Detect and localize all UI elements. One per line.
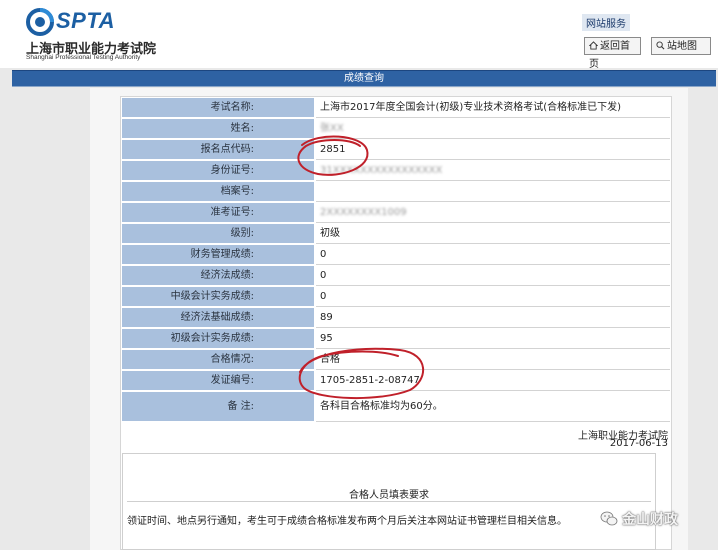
page-title: 成绩查询 bbox=[344, 73, 384, 84]
home-icon bbox=[589, 41, 598, 50]
row-site-code: 报名点代码: 2851 bbox=[122, 140, 670, 160]
row-id-number: 身份证号: 31XXXXXXXXXXXXXXXX bbox=[122, 161, 670, 181]
watermark-text: 金山财政 bbox=[622, 512, 678, 528]
row-name: 姓名: 张XX bbox=[122, 119, 670, 139]
home-button[interactable]: 返回首页 bbox=[584, 37, 641, 70]
spta-logo-icon bbox=[26, 8, 54, 36]
row-financial-mgmt-score: 财务管理成绩: 0 bbox=[122, 245, 670, 265]
watermark: 金山财政 bbox=[600, 508, 710, 530]
value-name: 张XX bbox=[316, 119, 670, 139]
row-intermediate-accounting-score: 中级会计实务成绩: 0 bbox=[122, 287, 670, 307]
label-name: 姓名: bbox=[122, 119, 315, 139]
value-pass-status: 合格 bbox=[316, 350, 670, 370]
value-level: 初级 bbox=[316, 224, 670, 244]
value-financial-mgmt-score: 0 bbox=[316, 245, 670, 265]
notice-divider bbox=[127, 501, 651, 502]
site-logo[interactable]: SPTA 上海市职业能力考试院 Shanghai Professional Te… bbox=[18, 6, 218, 61]
value-certificate-number: 1705-2851-2-08747 bbox=[316, 371, 670, 391]
value-economic-law-score: 0 bbox=[316, 266, 670, 286]
site-name-en: Shanghai Professional Testing Authority bbox=[26, 54, 141, 61]
issuer-date: 2017-06-13 bbox=[609, 438, 668, 449]
row-level: 级别: 初级 bbox=[122, 224, 670, 244]
label-ticket-number: 准考证号: bbox=[122, 203, 315, 223]
label-site-code: 报名点代码: bbox=[122, 140, 315, 160]
label-level: 级别: bbox=[122, 224, 315, 244]
magnifier-icon bbox=[656, 41, 665, 50]
notice-title: 合格人员填表要求 bbox=[349, 490, 429, 501]
label-id-number: 身份证号: bbox=[122, 161, 315, 181]
redacted-ticket-number: 2XXXXXXXX1009 bbox=[320, 207, 407, 218]
label-remarks: 备 注: bbox=[122, 392, 315, 422]
sitemap-button-label: 站地图 bbox=[667, 41, 697, 52]
nav-bar: 成绩查询 bbox=[12, 70, 716, 87]
row-file-number: 档案号: bbox=[122, 182, 670, 202]
row-ticket-number: 准考证号: 2XXXXXXXX1009 bbox=[122, 203, 670, 223]
value-exam-name: 上海市2017年度全国会计(初级)专业技术资格考试(合格标准已下发) bbox=[316, 98, 670, 118]
label-intermediate-accounting-score: 中级会计实务成绩: bbox=[122, 287, 315, 307]
value-junior-accounting-score: 95 bbox=[316, 329, 670, 349]
service-label: 网站服务 bbox=[582, 14, 630, 31]
value-file-number bbox=[316, 182, 670, 202]
redacted-id-number: 31XXXXXXXXXXXXXXXX bbox=[320, 165, 443, 176]
notice-text: 领证时间、地点另行通知，考生可于成绩合格标准发布两个月后关注本网站证书管理栏目相… bbox=[127, 516, 567, 527]
issuer-block: 上海职业能力考试院 2017-06-13 bbox=[122, 424, 670, 450]
value-remarks: 各科目合格标准均为60分。 bbox=[316, 392, 670, 422]
label-economic-law-score: 经济法成绩: bbox=[122, 266, 315, 286]
row-junior-accounting-score: 初级会计实务成绩: 95 bbox=[122, 329, 670, 349]
label-financial-mgmt-score: 财务管理成绩: bbox=[122, 245, 315, 265]
row-exam-name: 考试名称: 上海市2017年度全国会计(初级)专业技术资格考试(合格标准已下发) bbox=[122, 98, 670, 118]
value-id-number: 31XXXXXXXXXXXXXXXX bbox=[316, 161, 670, 181]
logo-text: SPTA bbox=[56, 8, 116, 33]
sitemap-button[interactable]: 站地图 bbox=[651, 37, 711, 55]
value-basic-economic-law-score: 89 bbox=[316, 308, 670, 328]
label-junior-accounting-score: 初级会计实务成绩: bbox=[122, 329, 315, 349]
label-file-number: 档案号: bbox=[122, 182, 315, 202]
row-basic-economic-law-score: 经济法基础成绩: 89 bbox=[122, 308, 670, 328]
label-exam-name: 考试名称: bbox=[122, 98, 315, 118]
row-remarks: 备 注: 各科目合格标准均为60分。 bbox=[122, 392, 670, 422]
wechat-icon bbox=[600, 511, 618, 526]
row-certificate-number: 发证编号: 1705-2851-2-08747 bbox=[122, 371, 670, 391]
label-certificate-number: 发证编号: bbox=[122, 371, 315, 391]
row-pass-status: 合格情况: 合格 bbox=[122, 350, 670, 370]
row-economic-law-score: 经济法成绩: 0 bbox=[122, 266, 670, 286]
notice-box: 合格人员填表要求 领证时间、地点另行通知，考生可于成绩合格标准发布两个月后关注本… bbox=[122, 453, 656, 550]
value-site-code: 2851 bbox=[316, 140, 670, 160]
label-pass-status: 合格情况: bbox=[122, 350, 315, 370]
redacted-name: 张XX bbox=[320, 123, 344, 134]
site-header: SPTA 上海市职业能力考试院 Shanghai Professional Te… bbox=[0, 0, 718, 70]
value-intermediate-accounting-score: 0 bbox=[316, 287, 670, 307]
value-ticket-number: 2XXXXXXXX1009 bbox=[316, 203, 670, 223]
label-basic-economic-law-score: 经济法基础成绩: bbox=[122, 308, 315, 328]
